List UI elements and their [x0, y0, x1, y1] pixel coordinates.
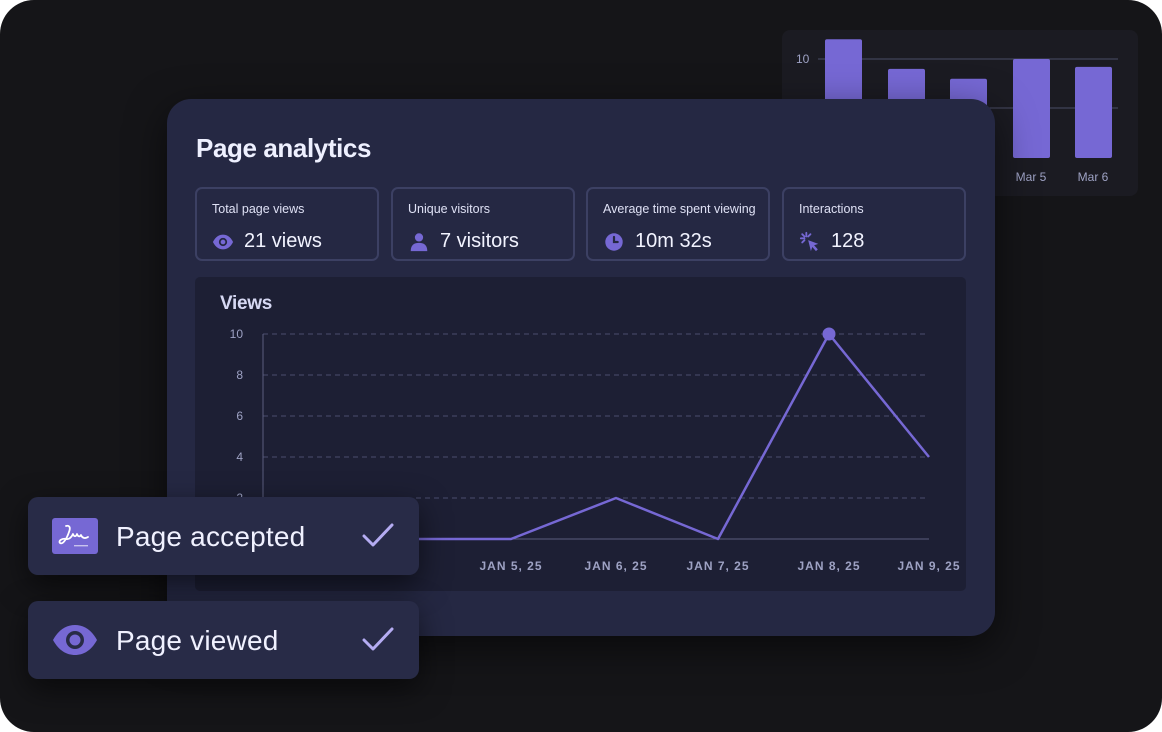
x-tick-label: Mar 6: [1078, 170, 1109, 184]
x-tick-label: JAN 8, 25: [797, 559, 860, 573]
stat-label: Average time spent viewing: [603, 202, 756, 216]
x-tick-label: JAN 5, 25: [479, 559, 542, 573]
stat-label: Interactions: [799, 202, 864, 216]
bar: [1075, 66, 1112, 158]
stat-label: Unique visitors: [408, 202, 490, 216]
views-series-line: [411, 332, 930, 541]
stat-card-interactions: Interactions 128: [782, 187, 966, 261]
notification-label: Page viewed: [116, 625, 279, 656]
checkmark-icon: [362, 627, 394, 651]
stat-value: 7 visitors: [440, 230, 519, 252]
y-tick-label: 8: [236, 368, 243, 382]
person-icon: [410, 233, 428, 252]
eye-icon: [53, 625, 97, 655]
notification-label: Page accepted: [116, 521, 306, 552]
bar: [1013, 59, 1050, 158]
x-tick-label: JAN 7, 25: [686, 559, 749, 573]
notification-page-accepted: Page accepted: [28, 497, 419, 575]
page-title: Page analytics: [196, 133, 372, 163]
data-point-peak: [822, 327, 836, 341]
notification-page-viewed: Page viewed: [28, 601, 419, 679]
x-tick-label: JAN 9, 25: [897, 559, 960, 573]
y-tick-label: 6: [236, 409, 243, 423]
stat-card-unique-visitors: Unique visitors 7 visitors: [391, 187, 575, 261]
stat-value: 128: [831, 230, 865, 252]
app-frame: 10 Mar 5 Mar 6 Page analytics Total page v…: [0, 0, 1162, 732]
x-tick-label: JAN 6, 25: [584, 559, 647, 573]
y-tick-label: 10: [230, 327, 244, 341]
y-tick-label: 4: [236, 450, 243, 464]
stat-value: 10m 32s: [635, 230, 712, 252]
signature-icon: [52, 518, 98, 554]
y-tick-label: 10: [796, 52, 810, 66]
clock-icon: [605, 233, 623, 251]
cursor-click-icon: [799, 231, 819, 252]
stat-label: Total page views: [212, 202, 305, 216]
stat-card-total-page-views: Total page views 21 views: [195, 187, 379, 261]
x-tick-label: Mar 5: [1016, 170, 1047, 184]
eye-icon: [212, 234, 234, 250]
stat-value: 21 views: [244, 230, 322, 252]
checkmark-icon: [362, 523, 394, 547]
stat-card-average-time: Average time spent viewing 10m 32s: [586, 187, 770, 261]
